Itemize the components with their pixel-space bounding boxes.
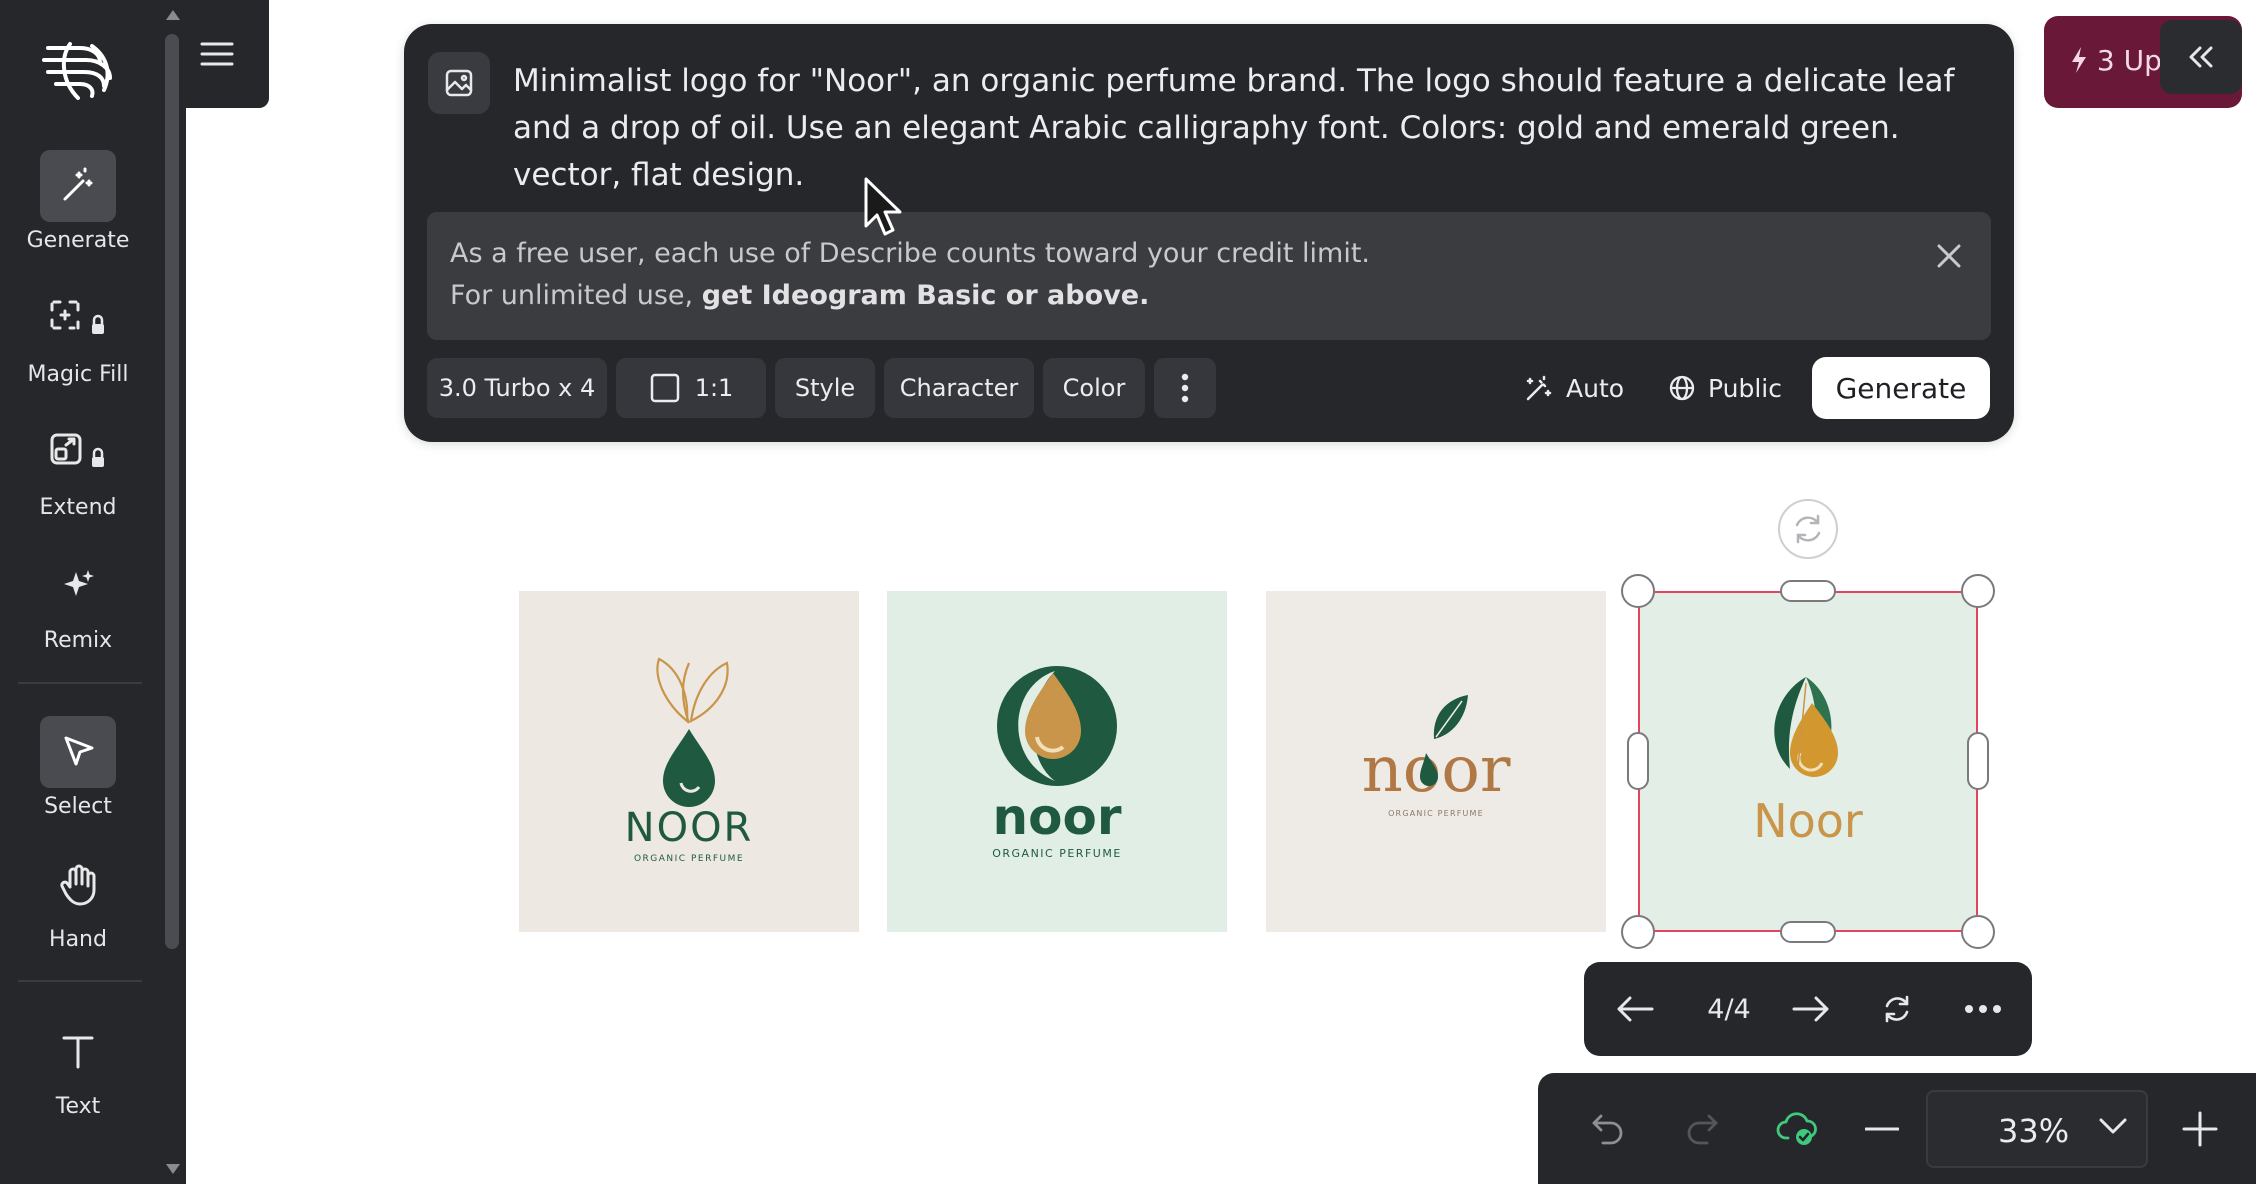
tagline-text: ORGANIC PERFUME — [1388, 809, 1484, 818]
notice-line: For unlimited use, get Ideogram Basic or… — [450, 280, 1149, 311]
tool-label: Hand — [49, 927, 107, 952]
lock-icon — [92, 457, 104, 467]
sidebar-scrollbar-thumb[interactable] — [165, 34, 179, 949]
style-button[interactable]: Style — [775, 358, 875, 418]
tool-label: Remix — [43, 628, 113, 653]
tool-hand[interactable]: Hand — [0, 849, 160, 969]
canvas-toolbar: 33% — [1538, 1073, 2256, 1184]
more-horizontal-icon[interactable] — [1952, 962, 2014, 1056]
chevron-down-icon — [2099, 1118, 2127, 1134]
tool-magic-fill[interactable]: Magic Fill — [0, 284, 160, 404]
resize-handle-bottom[interactable] — [1780, 921, 1836, 943]
visibility-button[interactable]: Public — [1668, 358, 1782, 418]
cloud-check-icon — [1762, 1073, 1832, 1184]
prompt-input[interactable]: Minimalist logo for "Noor", an organic p… — [513, 58, 1993, 199]
tool-label: Magic Fill — [27, 362, 129, 387]
upgrade-link[interactable]: get Ideogram Basic or above. — [702, 280, 1150, 311]
zoom-value: 33% — [1998, 1112, 2070, 1150]
collapse-panel-button[interactable] — [2160, 20, 2242, 94]
refresh-icon[interactable] — [1866, 962, 1928, 1056]
model-selector[interactable]: 3.0 Turbo x 4 — [427, 358, 607, 418]
mouse-cursor-icon — [864, 177, 902, 236]
minus-icon[interactable] — [1852, 1073, 1912, 1184]
resize-handle-top-right[interactable] — [1961, 574, 1995, 608]
arrow-right-icon[interactable] — [1780, 962, 1842, 1056]
rotate-icon[interactable] — [1778, 499, 1838, 559]
text-icon — [40, 1016, 116, 1088]
resize-handle-bottom-right[interactable] — [1961, 915, 1995, 949]
notice-text: For unlimited use, — [450, 280, 702, 311]
tool-extend[interactable]: Extend — [0, 417, 160, 537]
generate-button[interactable]: Generate — [1812, 357, 1990, 419]
credit-notice: As a free user, each use of Describe cou… — [427, 212, 1991, 340]
generated-image-4-selected[interactable]: Noor — [1638, 591, 1978, 932]
tool-label: Select — [44, 794, 112, 819]
generate-icon — [40, 150, 116, 222]
brand-text: NOOR — [625, 805, 754, 851]
image-pager: 4/4 — [1584, 962, 2032, 1056]
undo-icon[interactable] — [1578, 1073, 1638, 1184]
resize-handle-right[interactable] — [1967, 732, 1989, 790]
auto-label: Auto — [1566, 373, 1625, 403]
resize-handle-bottom-left[interactable] — [1621, 915, 1655, 949]
auto-magic-prompt-button[interactable]: Auto — [1524, 358, 1624, 418]
globe-icon — [1669, 375, 1695, 401]
bolt-icon — [2072, 47, 2086, 73]
magic-fill-icon — [40, 284, 116, 356]
logo-icon[interactable] — [40, 38, 118, 102]
close-icon[interactable] — [1929, 236, 1969, 276]
aspect-ratio-selector[interactable]: 1:1 — [616, 358, 766, 418]
select-icon — [40, 716, 116, 788]
tool-generate[interactable]: Generate — [0, 150, 160, 270]
generated-image-3[interactable]: noor ORGANIC PERFUME — [1266, 591, 1606, 932]
toolbar-divider — [18, 980, 142, 982]
arrow-left-icon[interactable] — [1604, 962, 1666, 1056]
more-vertical-icon — [1181, 373, 1189, 403]
image-upload-icon[interactable] — [428, 52, 490, 114]
scroll-down-icon[interactable] — [162, 1160, 184, 1178]
brand-text: noor — [993, 788, 1122, 846]
left-toolbar: Generate Magic Fill Extend Remix Select … — [0, 0, 160, 1184]
generated-image-2[interactable]: noor ORGANIC PERFUME — [887, 591, 1227, 932]
redo-icon[interactable] — [1672, 1073, 1732, 1184]
scroll-up-icon[interactable] — [162, 6, 184, 24]
more-options-button[interactable] — [1154, 358, 1216, 418]
character-button[interactable]: Character — [884, 358, 1034, 418]
extend-icon — [40, 417, 116, 489]
tagline-text: ORGANIC PERFUME — [992, 847, 1122, 860]
brand-text: Noor — [1753, 794, 1863, 848]
tool-label: Text — [55, 1094, 101, 1119]
notice-line: As a free user, each use of Describe cou… — [450, 238, 1370, 269]
visibility-label: Public — [1708, 373, 1782, 403]
app-window: Generate Magic Fill Extend Remix Select … — [0, 0, 2256, 1184]
plus-icon[interactable] — [2170, 1073, 2230, 1184]
resize-handle-left[interactable] — [1627, 732, 1649, 790]
tool-select[interactable]: Select — [0, 716, 160, 836]
image-counter: 4/4 — [1707, 993, 1751, 1025]
tool-remix[interactable]: Remix — [0, 550, 160, 670]
menu-icon[interactable] — [192, 34, 242, 74]
remix-icon — [40, 550, 116, 622]
resize-handle-top[interactable] — [1780, 580, 1836, 602]
toolbar-divider — [18, 682, 142, 684]
aspect-ratio-label: 1:1 — [694, 374, 734, 402]
tagline-text: ORGANIC PERFUME — [634, 854, 744, 864]
aspect-square-icon — [650, 373, 679, 403]
zoom-select[interactable]: 33% — [1926, 1090, 2148, 1168]
prompt-panel: Minimalist logo for "Noor", an organic p… — [404, 24, 2014, 442]
hand-icon — [40, 849, 116, 921]
color-button[interactable]: Color — [1043, 358, 1145, 418]
magic-wand-icon — [1526, 375, 1552, 401]
generated-image-1[interactable]: NOOR ORGANIC PERFUME — [519, 591, 859, 932]
resize-handle-top-left[interactable] — [1621, 574, 1655, 608]
chevron-double-left-icon — [2189, 46, 2213, 68]
tool-label: Generate — [26, 228, 130, 253]
tool-label: Extend — [39, 495, 117, 520]
menu-panel — [186, 0, 269, 108]
lock-icon — [92, 324, 104, 334]
tool-text[interactable]: Text — [0, 1016, 160, 1136]
